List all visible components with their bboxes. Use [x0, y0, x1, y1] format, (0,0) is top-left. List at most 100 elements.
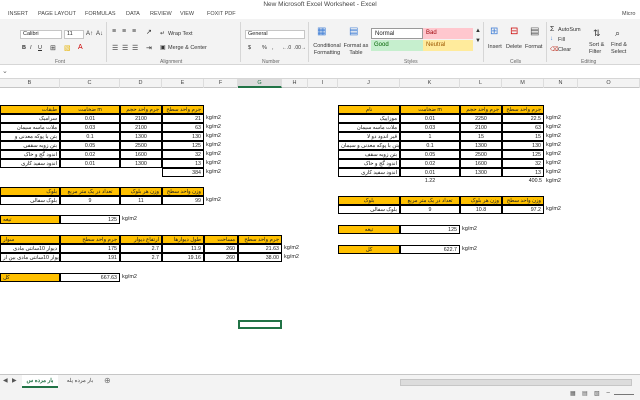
cell-unit[interactable]: kg/m2 — [204, 168, 238, 177]
cell-unit[interactable]: kg/m2 — [544, 123, 578, 132]
cell-header[interactable]: نام — [338, 105, 400, 114]
cell[interactable]: 0.02 — [400, 159, 460, 168]
orientation-icon[interactable]: ↗ — [146, 28, 152, 36]
cell-header[interactable]: مساحت — [204, 235, 238, 244]
cell-unit[interactable]: kg/m2 — [544, 159, 578, 168]
font-color-icon[interactable]: A — [78, 44, 83, 51]
cell-header[interactable]: وزن واحد سطح — [162, 187, 204, 196]
cell[interactable]: 11.9 — [162, 244, 204, 253]
column-header-g[interactable]: G — [238, 79, 282, 88]
underline-button[interactable]: U — [38, 45, 42, 51]
cell[interactable]: 0.05 — [400, 150, 460, 159]
cell-partition-label[interactable]: تیغه — [338, 225, 400, 234]
column-header-h[interactable]: H — [282, 79, 308, 88]
cell[interactable]: 0.05 — [60, 141, 120, 150]
cell[interactable]: قیر اندود دو لا — [338, 132, 400, 141]
cell[interactable]: 0.01 — [400, 114, 460, 123]
cell[interactable]: 125 — [162, 141, 204, 150]
cell-unit[interactable]: kg/m2 — [544, 114, 578, 123]
column-header-m[interactable]: M — [502, 79, 544, 88]
cell-unit[interactable]: kg/m2 — [460, 245, 502, 254]
cell[interactable]: 22.5 — [502, 114, 544, 123]
cell[interactable]: اندود گچ و خاک — [0, 150, 60, 159]
insert-button[interactable]: Insert — [488, 44, 502, 50]
cell[interactable]: 38.00 — [238, 253, 282, 262]
cell[interactable]: 2250 — [460, 114, 502, 123]
style-neutral[interactable]: Neutral — [423, 40, 473, 51]
cell-header[interactable]: طبقات — [0, 105, 60, 114]
cell-header[interactable]: تعداد در یک متر مربع — [400, 196, 460, 205]
column-header-i[interactable]: I — [308, 79, 338, 88]
fill-icon[interactable]: ↓ — [550, 36, 553, 42]
cell-unit[interactable]: kg/m2 — [204, 132, 238, 141]
cell[interactable]: 13 — [162, 159, 204, 168]
cell[interactable]: 2500 — [120, 141, 162, 150]
cell[interactable]: 21 — [162, 114, 204, 123]
tab-review[interactable]: REVIEW — [150, 11, 172, 17]
delete-button[interactable]: Delete — [506, 44, 522, 50]
cell-unit[interactable]: kg/m2 — [282, 253, 308, 262]
currency-button[interactable]: $ — [248, 45, 251, 51]
tab-foxit-pdf[interactable]: FOXIT PDF — [207, 11, 236, 17]
cell-header[interactable]: جرم واحد سطح — [502, 105, 544, 114]
cell[interactable]: 15 — [460, 132, 502, 141]
cell-header[interactable]: طول دیوارها — [162, 235, 204, 244]
fill-color-icon[interactable]: ▧ — [64, 44, 71, 52]
cell[interactable]: 175 — [60, 244, 120, 253]
cell-header[interactable]: جرم واحد سطح — [162, 105, 204, 114]
format-as-table-button[interactable]: Format as Table — [343, 43, 369, 57]
style-bad[interactable]: Bad — [423, 28, 473, 39]
merge-icon[interactable]: ▣ — [160, 44, 166, 51]
conditional-formatting-icon[interactable]: ▦ — [317, 26, 326, 37]
align-center-icon[interactable]: ☰ — [122, 44, 128, 52]
wrap-text-button[interactable]: Wrap Text — [168, 31, 193, 37]
cell[interactable]: سرامیک — [0, 114, 60, 123]
comma-button[interactable]: , — [272, 45, 274, 51]
bold-button[interactable]: B — [22, 45, 26, 51]
cell[interactable]: ملات ماسه سیمان — [0, 123, 60, 132]
cell[interactable]: 21.63 — [238, 244, 282, 253]
cell-total-value[interactable]: 622.7 — [400, 245, 460, 254]
cell[interactable]: 63 — [502, 123, 544, 132]
cell[interactable]: اندود گچ و خاک — [338, 159, 400, 168]
cell-header[interactable]: بلوک — [338, 196, 400, 205]
cell[interactable]: دیوار 10سانتی مادی — [0, 244, 60, 253]
cell[interactable]: 15 — [502, 132, 544, 141]
cell-header[interactable]: جرم واحد حجم — [460, 105, 502, 114]
cell[interactable]: 2100 — [120, 114, 162, 123]
cell[interactable]: 13 — [502, 168, 544, 177]
tab-view[interactable]: VIEW — [180, 11, 194, 17]
column-header-j[interactable]: J — [338, 79, 400, 88]
page-layout-view-icon[interactable]: ▤ — [582, 390, 588, 397]
cell-unit[interactable]: kg/m2 — [544, 150, 578, 159]
tab-insert[interactable]: INSERT — [8, 11, 28, 17]
cell[interactable]: 11 — [120, 196, 162, 205]
zoom-out-icon[interactable]: − — [606, 390, 610, 397]
cell[interactable]: 2100 — [460, 123, 502, 132]
indent-icon[interactable]: ⇥ — [146, 44, 152, 52]
column-header-l[interactable]: L — [460, 79, 502, 88]
font-name-select[interactable]: Calibri — [20, 30, 62, 39]
cell[interactable]: 10.8 — [460, 205, 502, 214]
cell-header[interactable]: ضخامت m — [400, 105, 460, 114]
prev-sheet-icon[interactable]: ◀ — [3, 377, 8, 384]
sheet-tab[interactable]: بار مرده پله — [60, 375, 100, 388]
cell[interactable]: 63 — [162, 123, 204, 132]
cell-unit[interactable]: kg/m2 — [120, 215, 162, 224]
cell[interactable]: بتن با پوکه معدنی و — [0, 132, 60, 141]
column-header-b[interactable]: B — [0, 79, 60, 88]
cell-partition-label[interactable]: تیغه — [0, 215, 60, 224]
style-good[interactable]: Good — [371, 40, 423, 51]
sort-filter-button[interactable]: Sort & Filter — [589, 42, 611, 56]
expand-formula-icon[interactable]: ⌄ — [2, 67, 8, 75]
cell[interactable]: 0.1 — [400, 141, 460, 150]
cell[interactable]: دیوار 10سانتی مادی بین ار — [0, 253, 60, 262]
cell[interactable]: 1 — [400, 132, 460, 141]
column-header-d[interactable]: D — [120, 79, 162, 88]
cell[interactable]: 2500 — [460, 150, 502, 159]
cell-unit[interactable]: kg/m2 — [544, 177, 578, 186]
cell[interactable]: 2100 — [120, 123, 162, 132]
cell[interactable]: 0.02 — [60, 150, 120, 159]
decrease-decimal-icon[interactable]: .00→ — [294, 45, 306, 51]
cell-total[interactable]: 384 — [162, 168, 204, 177]
